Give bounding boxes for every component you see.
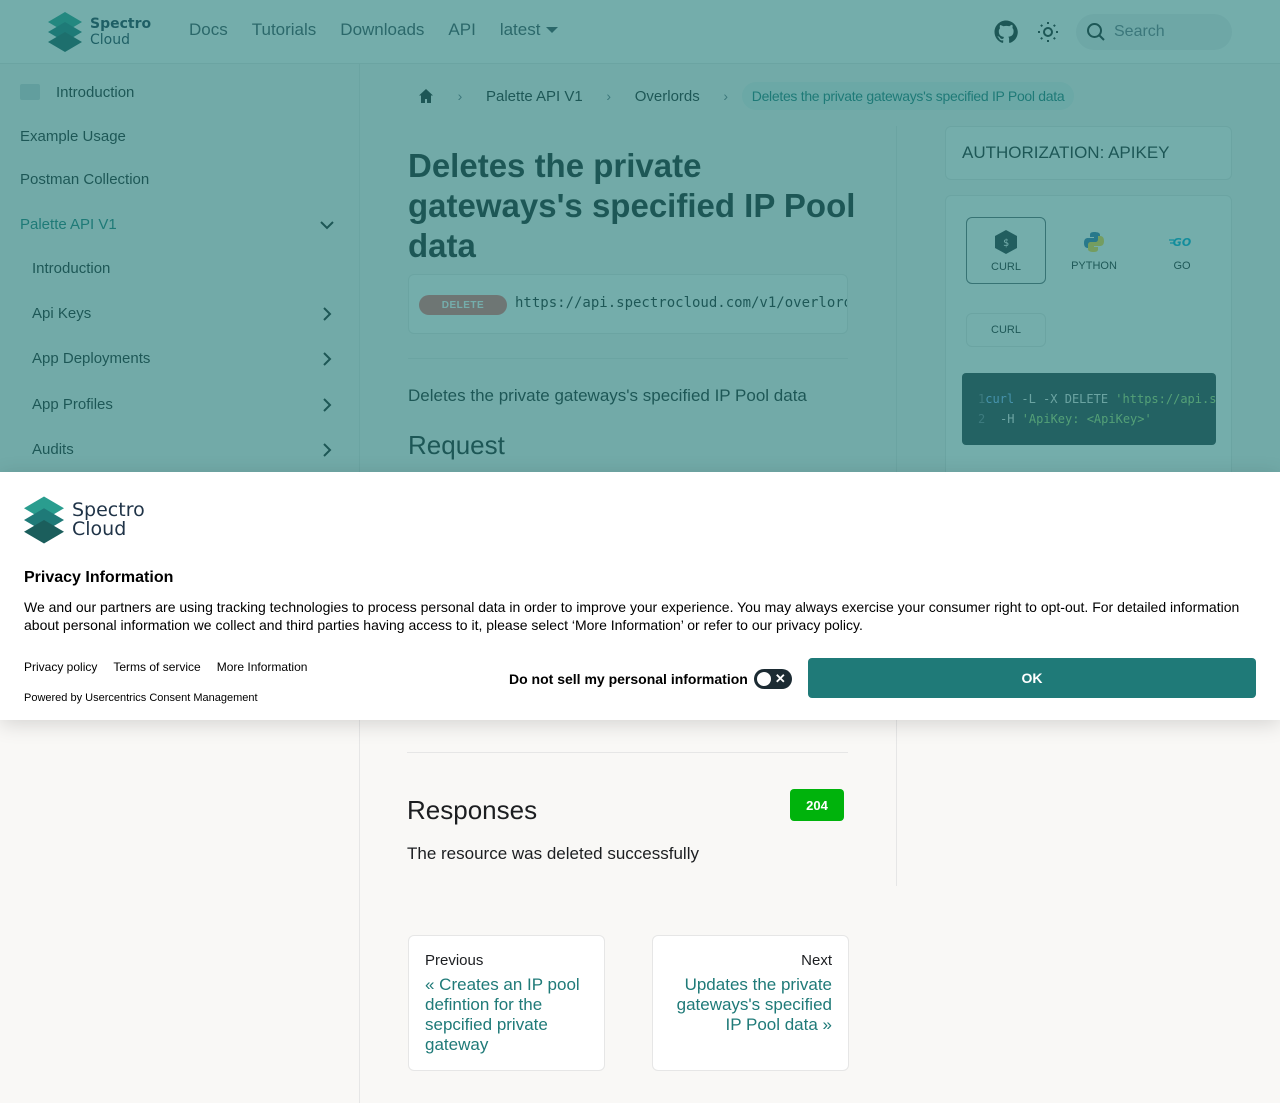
code-line: 2 -H 'ApiKey: <ApiKey>' [962, 409, 1216, 429]
nav-downloads[interactable]: Downloads [340, 20, 424, 40]
close-icon: ✕ [774, 671, 786, 686]
version-label: latest [499, 20, 541, 39]
chevron-down-icon[interactable] [318, 216, 336, 234]
svg-text:GO: GO [1173, 236, 1191, 249]
divider [407, 752, 848, 753]
pagination-next[interactable]: Next Updates the private gateways's spec… [652, 935, 849, 1071]
consent-title: Privacy Information [24, 569, 174, 586]
breadcrumb-separator-icon: › [723, 88, 729, 104]
search-placeholder: Search [1114, 23, 1165, 40]
endpoint-description: Deletes the private gateways's specified… [408, 386, 807, 405]
home-icon[interactable] [408, 80, 444, 112]
chevron-right-icon[interactable] [318, 305, 336, 323]
spectro-cloud-logo-icon [24, 496, 64, 544]
toggle-knob [755, 671, 772, 687]
divider [408, 358, 848, 359]
code-sample-panel: $ CURL PYTHON GO GO CURL 1 curl -L -X DE… [945, 195, 1232, 495]
nav-api[interactable]: API [448, 20, 475, 40]
do-not-sell-toggle[interactable]: ✕ [753, 669, 792, 689]
breadcrumb-separator-icon: › [457, 88, 463, 104]
chevron-right-icon[interactable] [318, 396, 336, 414]
sidebar-subitem-api-keys[interactable]: Api Keys [32, 305, 91, 322]
do-not-sell-label: Do not sell my personal information [509, 671, 748, 687]
nav-tutorials[interactable]: Tutorials [252, 20, 317, 40]
code-flags: -H [1000, 412, 1022, 426]
consent-body: We and our partners are using tracking t… [24, 599, 1240, 633]
sidebar-item-introduction[interactable]: Introduction [56, 84, 134, 101]
breadcrumb-palette-api-v1[interactable]: Palette API V1 [476, 88, 593, 105]
variant-curl-pill[interactable]: CURL [966, 313, 1046, 347]
request-heading: Request [408, 430, 505, 460]
github-icon[interactable] [992, 18, 1020, 46]
authorization-box[interactable]: AUTHORIZATION: APIKEY [945, 126, 1232, 180]
sidebar-subitem-app-deployments[interactable]: App Deployments [32, 350, 150, 367]
line-number: 2 [978, 412, 986, 426]
pagination-previous-sublabel: Previous [425, 952, 484, 969]
code-url-string: 'https://api.spectrocloud.com/v1/overlor… [1115, 392, 1216, 406]
endpoint-box: DELETE https://api.spectrocloud.com/v1/o… [408, 274, 848, 334]
nav-docs[interactable]: Docs [189, 20, 228, 40]
caret-down-icon [546, 27, 559, 33]
responses-heading: Responses [407, 795, 538, 825]
do-not-sell-row: Do not sell my personal information ✕ [509, 669, 792, 689]
logo-line2: Cloud [90, 32, 130, 48]
theme-toggle-sun-icon[interactable] [1034, 18, 1062, 46]
privacy-policy-link[interactable]: Privacy policy [24, 660, 97, 674]
more-information-link[interactable]: More Information [217, 660, 308, 674]
consent-banner: Spectro Cloud Privacy Information We and… [0, 472, 1280, 720]
tab-go[interactable]: GO GO [1142, 217, 1222, 284]
ok-button[interactable]: OK [808, 658, 1256, 698]
sidebar-item-postman-collection[interactable]: Postman Collection [20, 171, 149, 188]
tab-python[interactable]: PYTHON [1054, 217, 1134, 284]
line-number: 1 [978, 392, 986, 406]
tab-go-label: GO [1173, 259, 1191, 272]
tab-python-label: PYTHON [1071, 259, 1117, 272]
code-line: 1 curl -L -X DELETE 'https://api.spectro… [962, 389, 1216, 409]
code-command: curl [985, 392, 1015, 406]
method-badge: DELETE [419, 295, 507, 315]
tab-curl[interactable]: $ CURL [966, 217, 1046, 284]
code-flags: -L -X DELETE [1014, 392, 1116, 406]
page-title: Deletes the private gateways's specified… [408, 147, 856, 264]
code-header-string: 'ApiKey: <ApiKey>' [1021, 412, 1152, 426]
sidebar-item-example-usage[interactable]: Example Usage [20, 128, 126, 145]
introduction-icon [20, 84, 40, 100]
breadcrumb-overlords[interactable]: Overlords [625, 88, 710, 105]
sidebar-subitem-app-profiles[interactable]: App Profiles [32, 396, 113, 413]
tab-curl-label: CURL [991, 260, 1021, 273]
response-description: The resource was deleted successfully [407, 844, 699, 863]
chevron-right-icon[interactable] [318, 441, 336, 459]
sidebar-section-palette-api-v1[interactable]: Palette API V1 [20, 216, 117, 233]
endpoint-url: https://api.spectrocloud.com/v1/overlord… [515, 295, 847, 311]
pagination-previous-label: « Creates an IP pool defintion for the s… [425, 975, 580, 1054]
consent-logo: Spectro Cloud [24, 496, 145, 544]
logo-line1: Spectro [90, 16, 152, 32]
version-dropdown[interactable]: latest [500, 20, 559, 40]
bash-icon: $ [995, 229, 1017, 254]
pagination-next-sublabel: Next [801, 952, 832, 969]
python-icon [1084, 231, 1104, 252]
top-navbar: Spectro Cloud Docs Tutorials Downloads A… [0, 0, 1280, 64]
consent-logo-line2: Cloud [72, 518, 127, 540]
breadcrumb: › Palette API V1 › Overlords › Deletes t… [408, 80, 1075, 112]
response-code-tab[interactable]: 204 [790, 789, 844, 821]
code-block: 1 curl -L -X DELETE 'https://api.spectro… [962, 373, 1216, 445]
pagination-next-label: Updates the private gateways's specified… [676, 975, 832, 1034]
spectro-cloud-logo[interactable]: Spectro Cloud [48, 12, 151, 52]
powered-by: Powered by Usercentrics Consent Manageme… [24, 692, 258, 704]
search-input[interactable]: Search [1076, 14, 1232, 50]
terms-of-service-link[interactable]: Terms of service [113, 660, 200, 674]
go-icon: GO [1169, 236, 1191, 249]
breadcrumb-separator-icon: › [606, 88, 612, 104]
sidebar-subitem-introduction[interactable]: Introduction [32, 260, 110, 277]
spectro-cloud-logo-icon [48, 12, 82, 52]
breadcrumb-current: Deletes the private gateways's specified… [741, 82, 1075, 110]
search-icon [1087, 23, 1105, 41]
svg-text:$: $ [1003, 238, 1009, 249]
pagination-previous[interactable]: Previous « Creates an IP pool defintion … [408, 935, 605, 1071]
chevron-right-icon[interactable] [318, 350, 336, 368]
sidebar-subitem-audits[interactable]: Audits [32, 441, 74, 458]
